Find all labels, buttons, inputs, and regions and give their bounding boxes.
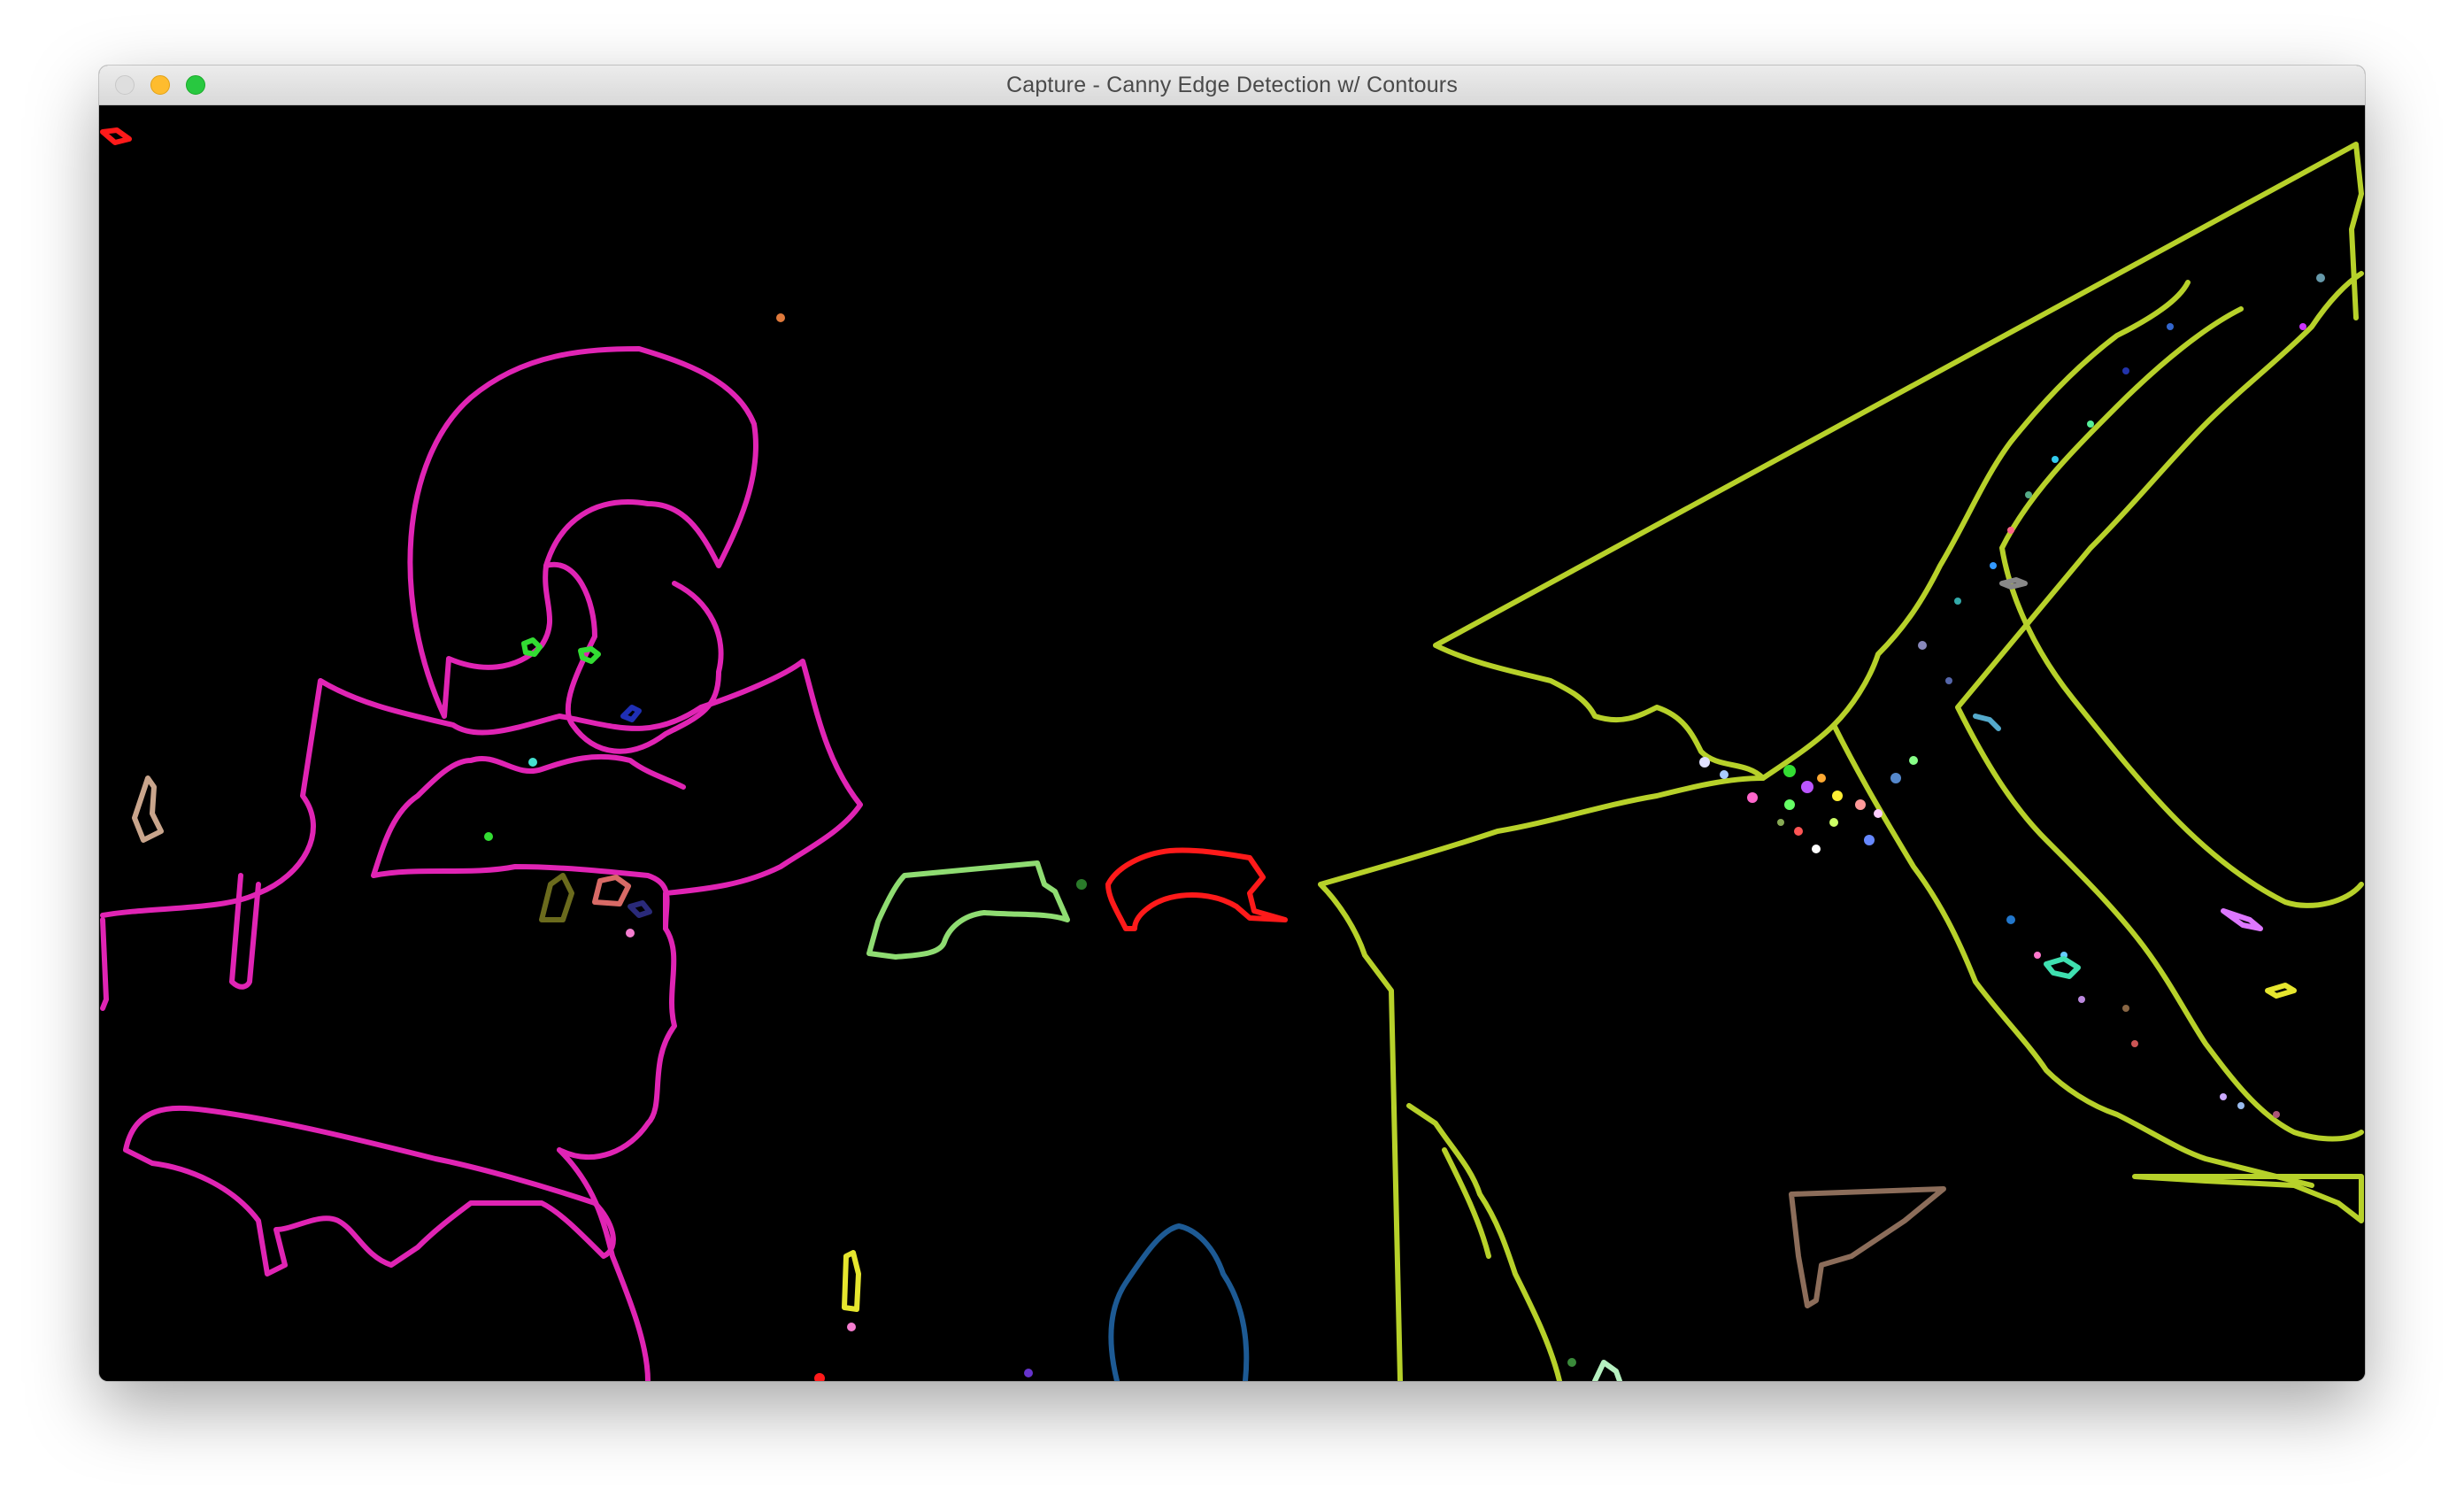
window-title: Capture - Canny Edge Detection w/ Contou… <box>1005 73 1459 97</box>
contour-navy-shape <box>628 900 652 918</box>
contour-eye-left <box>521 637 543 657</box>
contour-salmon-shape <box>592 875 631 906</box>
contour-dot-pink-2 <box>847 1323 856 1331</box>
contour-dot-red-bottom <box>814 1373 825 1381</box>
contour-person-body <box>100 659 863 1160</box>
contour-table-inner-2 <box>1955 271 2364 1142</box>
contour-nose <box>620 705 642 722</box>
contour-table-leg <box>1406 1103 1562 1381</box>
contour-olive-shape <box>539 873 574 922</box>
contour-dot-darkgreen <box>1076 879 1087 890</box>
contour-dot-orange <box>776 313 785 322</box>
title-bar[interactable]: Capture - Canny Edge Detection w/ Contou… <box>99 66 2365 105</box>
contour-blue-object <box>1108 1223 1250 1381</box>
contour-dot-green <box>484 832 493 841</box>
capture-window[interactable]: Capture - Canny Edge Detection w/ Contou… <box>99 66 2365 1381</box>
contours-svg <box>100 127 2364 1381</box>
contour-red-object <box>1105 847 1288 931</box>
contour-eye-right <box>578 646 601 664</box>
contour-person-left-edge <box>100 917 109 1011</box>
contour-tan-object <box>132 775 164 843</box>
contour-mint-bottom <box>1592 1360 1622 1381</box>
contour-dot-green-bottom <box>1567 1358 1576 1367</box>
contour-yellow-object <box>842 1250 861 1312</box>
contour-dot-purple-bottom <box>1024 1369 1033 1377</box>
contour-table-inner-1 <box>1831 722 2314 1188</box>
contour-table-top <box>1433 142 2364 781</box>
contour-red-fragment <box>100 127 132 145</box>
contour-table-inner-3 <box>1999 306 2364 908</box>
edge-detection-canvas <box>99 105 2365 1381</box>
contour-table-edge <box>1318 280 2191 1381</box>
contour-person-face <box>543 561 724 754</box>
contour-dot-cyan <box>528 758 537 767</box>
contour-person-lower <box>557 1147 651 1381</box>
contour-green-object <box>866 860 1070 960</box>
contour-dot-pink <box>626 929 635 937</box>
contour-table-right-edge <box>2132 1174 2364 1223</box>
desktop-background: Capture - Canny Edge Detection w/ Contou… <box>0 0 2464 1512</box>
contour-brown-object <box>1789 1186 1946 1308</box>
contour-person-arm <box>123 1105 616 1277</box>
